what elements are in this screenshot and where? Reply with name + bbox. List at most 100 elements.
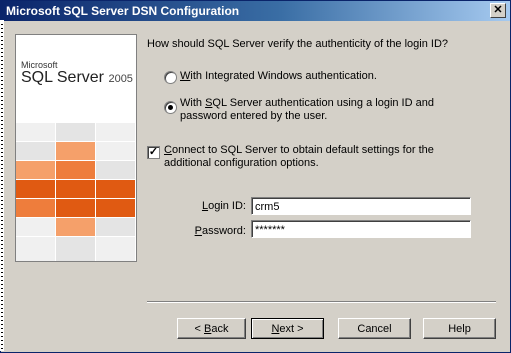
logo-tile	[56, 142, 95, 160]
strip-dash	[1, 64, 3, 65]
logo-tile	[96, 161, 135, 179]
logo-tile	[96, 180, 135, 198]
strip-dash	[1, 248, 3, 249]
strip-dash	[1, 344, 3, 345]
strip-dash	[1, 84, 3, 85]
strip-dash	[1, 244, 3, 245]
sql-server-logo-panel: Microsoft SQL Server 2005	[15, 34, 137, 262]
strip-dash	[1, 148, 3, 149]
strip-dash	[1, 296, 3, 297]
strip-dash	[1, 284, 3, 285]
strip-dash	[1, 268, 3, 269]
strip-dash	[1, 180, 3, 181]
strip-dash	[1, 292, 3, 293]
strip-dash	[1, 252, 3, 253]
back-button[interactable]: < Back	[177, 318, 246, 339]
strip-dash	[1, 108, 3, 109]
strip-dash	[1, 288, 3, 289]
logo-tile	[16, 161, 55, 179]
strip-dash	[1, 56, 3, 57]
strip-dash	[1, 232, 3, 233]
strip-dash	[1, 200, 3, 201]
login-id-label: Login ID:	[201, 200, 246, 212]
connect-checkbox-label[interactable]: Connect to SQL Server to obtain default …	[164, 144, 464, 170]
strip-dash	[1, 308, 3, 309]
logo-tile	[96, 199, 135, 217]
strip-dash	[1, 120, 3, 121]
radio-windows-auth-label[interactable]: With Integrated Windows authentication.	[180, 70, 377, 83]
strip-dash	[1, 52, 3, 53]
strip-dash	[1, 60, 3, 61]
strip-dash	[1, 24, 3, 25]
strip-dash	[1, 72, 3, 73]
connect-checkbox[interactable]: ✓	[147, 146, 160, 159]
strip-dash	[1, 204, 3, 205]
strip-dash	[1, 176, 3, 177]
strip-dash	[1, 196, 3, 197]
strip-dash	[1, 312, 3, 313]
login-id-input[interactable]: crm5	[251, 197, 471, 215]
strip-dash	[1, 128, 3, 129]
strip-dash	[1, 32, 3, 33]
strip-dash	[1, 228, 3, 229]
radio-sql-auth-label[interactable]: With SQL Server authentication using a l…	[180, 97, 480, 123]
title-bar[interactable]: Microsoft SQL Server DSN Configuration ✕	[1, 1, 510, 21]
help-button[interactable]: Help	[423, 318, 496, 339]
strip-dash	[1, 124, 3, 125]
strip-dash	[1, 320, 3, 321]
logo-tile	[56, 123, 95, 141]
strip-dash	[1, 324, 3, 325]
strip-dash	[1, 304, 3, 305]
strip-dash	[1, 212, 3, 213]
strip-dash	[1, 80, 3, 81]
logo-tile	[56, 237, 95, 261]
close-icon: ✕	[493, 4, 503, 16]
strip-dash	[1, 132, 3, 133]
logo-tile	[16, 180, 55, 198]
password-input[interactable]: *******	[251, 220, 471, 238]
strip-dash	[1, 216, 3, 217]
strip-dash	[1, 116, 3, 117]
logo-tile	[16, 123, 55, 141]
strip-dash	[1, 152, 3, 153]
strip-dash	[1, 156, 3, 157]
strip-dash	[1, 92, 3, 93]
logo-tile	[96, 142, 135, 160]
radio-windows-auth[interactable]	[164, 71, 177, 84]
strip-dash	[1, 188, 3, 189]
logo-tile	[56, 199, 95, 217]
strip-dash	[1, 300, 3, 301]
close-button[interactable]: ✕	[490, 3, 506, 18]
strip-dash	[1, 36, 3, 37]
logo-tile	[56, 180, 95, 198]
strip-dash	[1, 264, 3, 265]
logo-tile	[16, 237, 55, 261]
radio-selected-dot	[168, 105, 173, 110]
strip-dash	[1, 48, 3, 49]
strip-dash	[1, 100, 3, 101]
button-separator	[147, 301, 496, 303]
password-label: Password:	[194, 225, 246, 237]
next-button[interactable]: Next >	[251, 318, 324, 339]
product-version: 2005	[108, 73, 133, 85]
strip-dash	[1, 348, 3, 349]
radio-sql-auth[interactable]	[164, 101, 177, 114]
left-edge-strip	[0, 20, 4, 351]
strip-dash	[1, 276, 3, 277]
strip-dash	[1, 160, 3, 161]
strip-dash	[1, 316, 3, 317]
strip-dash	[1, 328, 3, 329]
logo-tile	[16, 142, 55, 160]
logo-tile	[16, 199, 55, 217]
strip-dash	[1, 192, 3, 193]
strip-dash	[1, 40, 3, 41]
strip-dash	[1, 260, 3, 261]
strip-dash	[1, 236, 3, 237]
logo-tile	[56, 161, 95, 179]
cancel-button[interactable]: Cancel	[338, 318, 411, 339]
strip-dash	[1, 208, 3, 209]
strip-dash	[1, 220, 3, 221]
strip-dash	[1, 168, 3, 169]
strip-dash	[1, 272, 3, 273]
strip-dash	[1, 68, 3, 69]
